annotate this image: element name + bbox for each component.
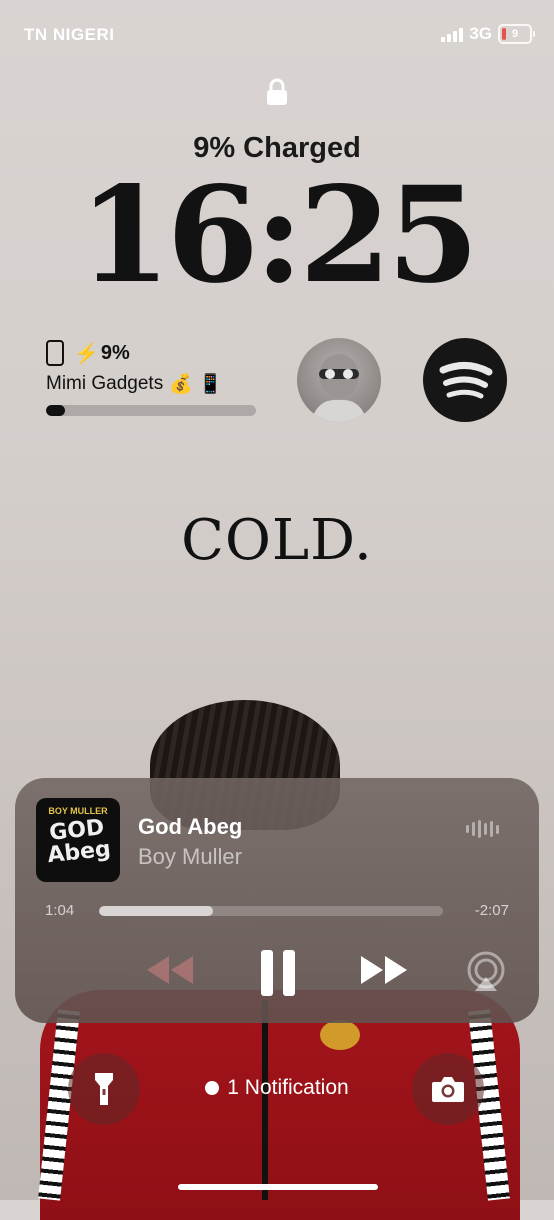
pause-icon[interactable] <box>259 950 299 996</box>
bolt-icon: ⚡ <box>74 342 99 365</box>
album-art-artist: BOY MULLER <box>48 806 108 816</box>
now-playing-widget[interactable]: BOY MULLER GOD Abeg God Abeg Boy Muller … <box>15 778 539 1023</box>
home-indicator[interactable] <box>178 1184 378 1190</box>
lock-clock: 16:25 <box>78 158 479 313</box>
playback-scrubber[interactable] <box>99 906 443 916</box>
album-art-title: GOD Abeg <box>46 815 112 869</box>
jacket-zipper <box>262 1000 268 1200</box>
camera-button[interactable] <box>412 1053 484 1125</box>
money-bag-emoji: 💰 <box>169 374 193 395</box>
wallpaper-text: COLD. <box>181 508 373 573</box>
battery-widget[interactable]: ⚡ 9% Mimi Gadgets 💰 📱 <box>46 340 261 416</box>
device-name: Mimi Gadgets <box>46 373 164 394</box>
rewind-icon[interactable] <box>145 950 197 990</box>
avatar-figure <box>311 354 367 422</box>
jacket-crest <box>320 1020 360 1050</box>
spotify-icon <box>439 362 493 399</box>
status-bar: TN NIGERI 3G 9 <box>0 22 554 50</box>
song-title: God Abeg <box>138 814 243 839</box>
lock-icon <box>267 78 287 105</box>
status-right: 3G 9 <box>441 24 535 44</box>
elapsed-time: 1:04 <box>45 902 75 919</box>
signal-icon <box>441 26 464 42</box>
phone-icon <box>46 340 64 366</box>
network-type: 3G <box>469 24 492 43</box>
avatar-widget[interactable] <box>297 338 381 422</box>
song-artist: Boy Muller <box>138 844 242 869</box>
battery-widget-bar-fill <box>46 405 65 416</box>
camera-icon <box>432 1077 464 1102</box>
spotify-widget[interactable] <box>423 338 507 422</box>
battery-widget-header: ⚡ 9% <box>46 340 261 366</box>
notification-dot <box>205 1081 220 1095</box>
battery-widget-bar <box>46 405 256 416</box>
album-art[interactable]: BOY MULLER GOD Abeg <box>36 798 120 882</box>
airplay-icon[interactable] <box>465 951 507 993</box>
remaining-time: -2:07 <box>474 902 509 919</box>
battery-widget-percent: 9% <box>100 341 130 364</box>
battery-icon: 9 <box>498 24 535 44</box>
fast-forward-icon[interactable] <box>357 950 409 990</box>
playback-progress <box>99 906 213 916</box>
carrier-name: TN NIGERI <box>24 25 115 44</box>
waveform-icon <box>466 820 499 838</box>
device-emoji: 📱 <box>198 374 223 395</box>
battery-widget-device: Mimi Gadgets 💰 📱 <box>46 372 261 396</box>
notification-text: 1 Notification <box>227 1076 349 1099</box>
battery-level-text: 9 <box>511 28 519 40</box>
